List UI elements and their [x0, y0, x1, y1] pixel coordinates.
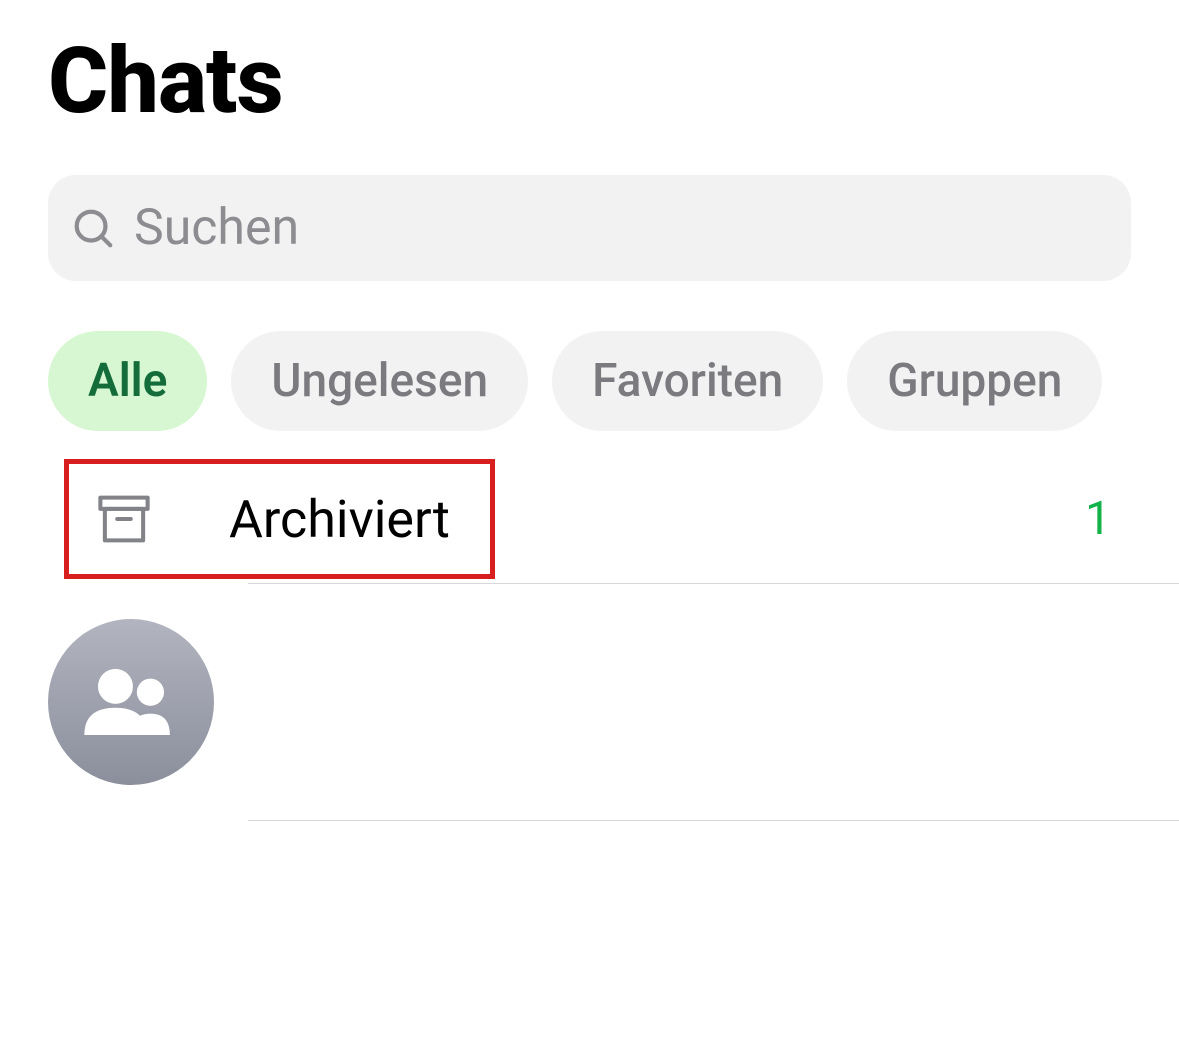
- group-icon: [79, 665, 183, 739]
- search-icon: [70, 205, 116, 251]
- filter-all[interactable]: Alle: [48, 331, 207, 431]
- archived-count-badge: 1: [1085, 492, 1111, 546]
- archived-highlight-box: Archiviert: [64, 459, 495, 579]
- filter-favorites[interactable]: Favoriten: [552, 331, 823, 431]
- search-input[interactable]: [134, 199, 1109, 257]
- filter-row: Alle Ungelesen Favoriten Gruppen: [48, 331, 1135, 431]
- filter-unread[interactable]: Ungelesen: [231, 331, 528, 431]
- archived-row[interactable]: Archiviert 1: [0, 455, 1179, 583]
- archived-label: Archiviert: [229, 489, 450, 550]
- divider: [248, 820, 1179, 821]
- archive-icon: [97, 494, 151, 544]
- group-avatar: [48, 619, 214, 785]
- filter-groups[interactable]: Gruppen: [847, 331, 1102, 431]
- search-bar[interactable]: [48, 175, 1131, 281]
- page-title: Chats: [0, 0, 1179, 155]
- chat-list-item[interactable]: [0, 584, 1179, 820]
